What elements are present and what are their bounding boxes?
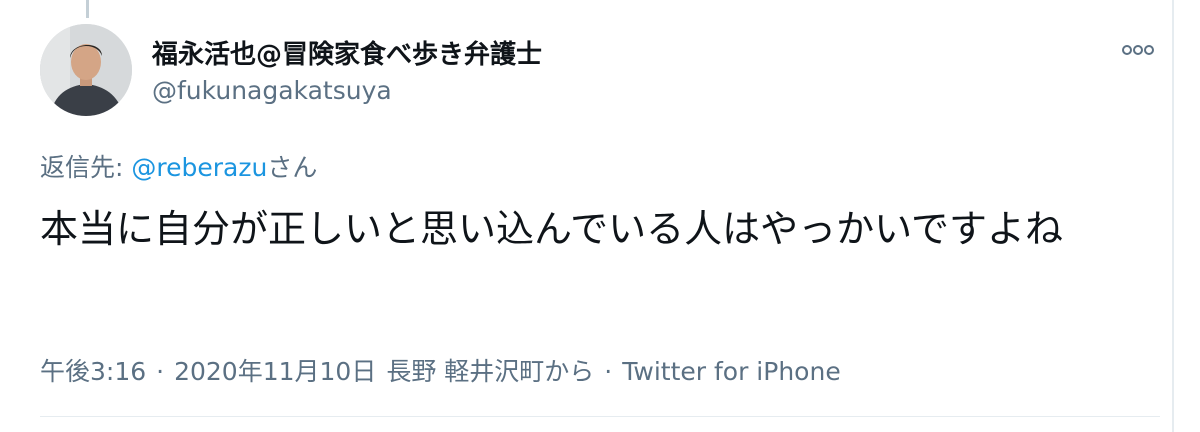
meta-separator: ·	[156, 357, 165, 386]
tweet-time[interactable]: 午後3:16	[40, 352, 146, 388]
reply-suffix: さん	[267, 153, 318, 182]
more-options-button[interactable]	[1118, 36, 1158, 64]
reply-context: 返信先: @reberazuさん	[40, 148, 317, 184]
tweet-text: 本当に自分が正しいと思い込んでいる人はやっかいですよね	[40, 207, 1063, 251]
tweet-date[interactable]: 2020年11月10日	[174, 352, 376, 388]
reply-mention-link[interactable]: @reberazu	[131, 153, 267, 182]
author-display-name[interactable]: 福永活也@冒険家食べ歩き弁護士	[152, 34, 542, 71]
tweet-metadata: 午後3:16 · 2020年11月10日 長野 軽井沢町から · Twitter for …	[40, 352, 841, 388]
reply-prefix: 返信先:	[40, 153, 132, 182]
tweet-card: 福永活也@冒険家食べ歩き弁護士 @fukunagakatsuya 返信先: @r…	[0, 0, 1200, 432]
author-handle[interactable]: @fukunagakatsuya	[152, 76, 392, 105]
right-border	[1172, 0, 1174, 432]
divider	[40, 416, 1160, 417]
avatar[interactable]	[40, 24, 132, 116]
tweet-source[interactable]: Twitter for iPhone	[622, 357, 840, 386]
more-horizontal-icon	[1122, 45, 1154, 55]
meta-separator: ·	[604, 357, 613, 386]
avatar-image	[40, 24, 132, 116]
tweet-location[interactable]: 長野 軽井沢町から	[376, 352, 594, 388]
thread-connector-line	[86, 0, 89, 18]
